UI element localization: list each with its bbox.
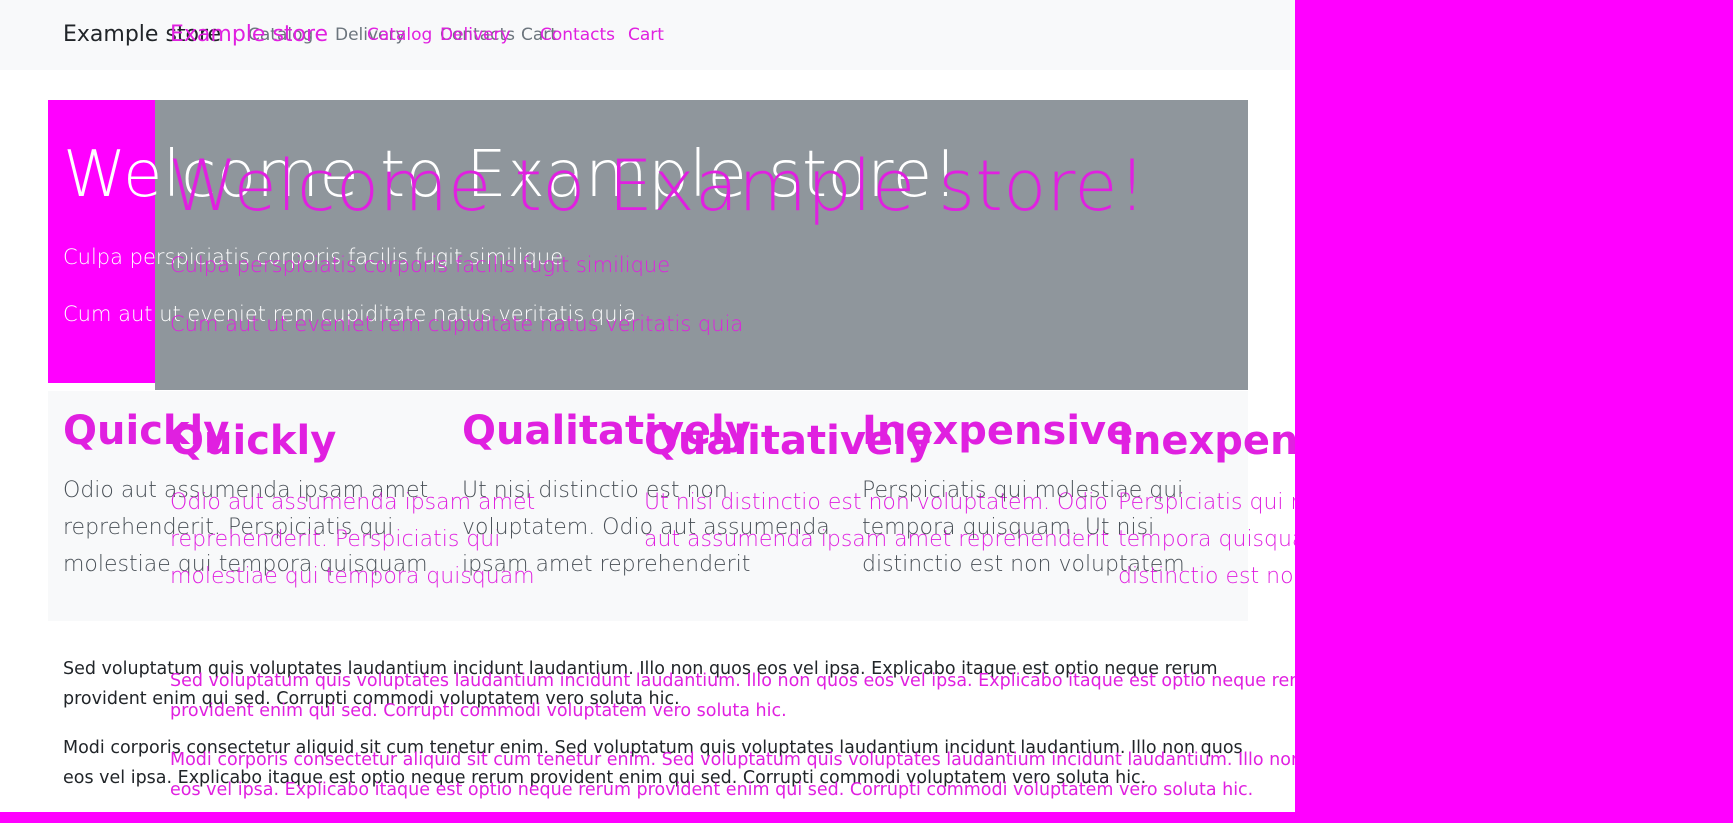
- hero-lead-1-ghost: Culpa perspiciatis corporis facilis fugi…: [170, 253, 671, 277]
- page: Example store Catalog Delivery Contacts …: [0, 0, 1295, 812]
- feature-title-inexpensive-ghost: Inexpensive: [1118, 418, 1295, 464]
- body-paragraph-2-ghost: Modi corporis consectetur aliquid sit cu…: [170, 750, 1295, 800]
- bottom-overflow-strip: [0, 812, 1295, 823]
- hero-lead-2-ghost: Cum aut ut eveniet rem cupiditate natus …: [170, 312, 744, 336]
- brand-link-ghost: Example store: [170, 22, 329, 47]
- feature-text-inexpensive-ghost: Perspiciatis qui molestiae qui tempora q…: [1118, 490, 1295, 589]
- nav-link-delivery-ghost: Delivery: [440, 25, 511, 45]
- feature-title-inexpensive: Inexpensive: [862, 408, 1134, 454]
- nav-link-cart-ghost: Cart: [628, 25, 664, 45]
- hero-title-ghost: Welcome to Example store!: [168, 145, 1147, 227]
- nav-link-catalog-ghost: Catalog: [367, 25, 433, 45]
- body-paragraph-1-ghost: Sed voluptatum quis voluptates laudantiu…: [170, 671, 1295, 721]
- nav-link-contacts-ghost: Contacts: [540, 25, 615, 45]
- feature-title-quickly-ghost: Quickly: [170, 418, 337, 464]
